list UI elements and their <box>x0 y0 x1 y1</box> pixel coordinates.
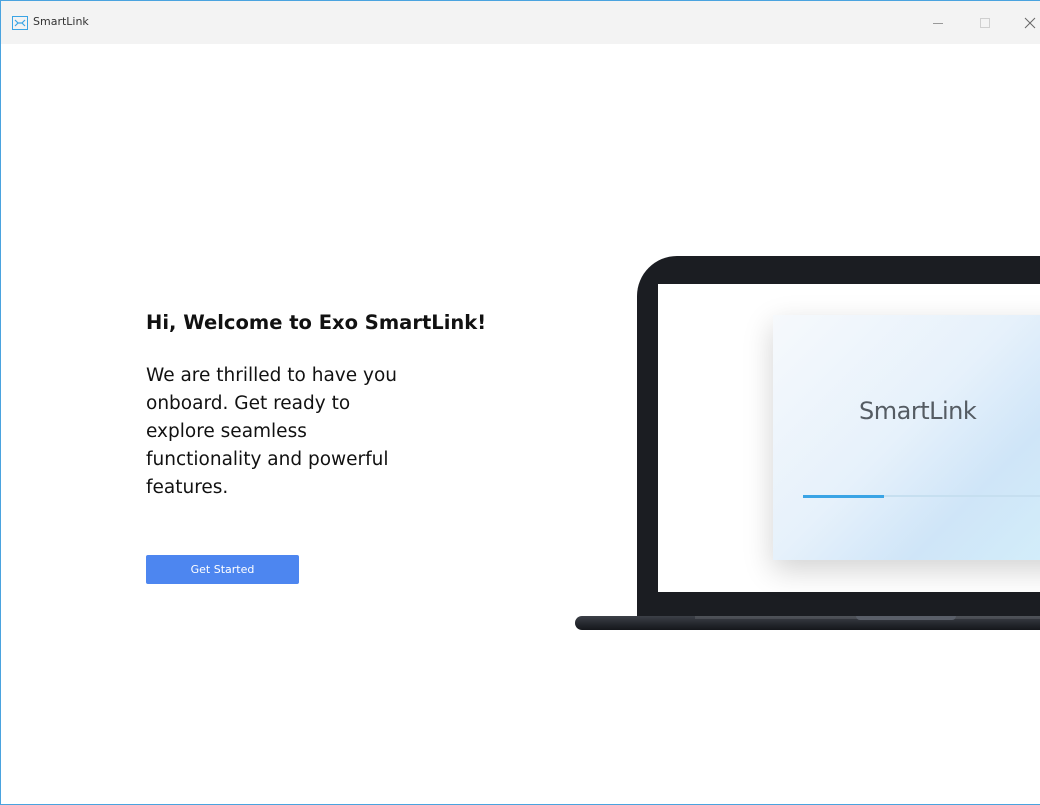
laptop-illustration: SmartLink <box>571 256 1040 636</box>
minimize-icon[interactable] <box>928 13 948 33</box>
maximize-icon[interactable] <box>975 13 995 33</box>
welcome-message: We are thrilled to have you onboard. Get… <box>146 365 397 498</box>
splash-progress-fill <box>803 494 884 498</box>
welcome-heading: Hi, Welcome to Exo SmartLink! <box>146 311 487 334</box>
app-icon <box>12 15 28 30</box>
window-title: SmartLink <box>33 15 89 28</box>
laptop-screen: SmartLink <box>658 284 1040 592</box>
app-window: SmartLink Hi, Welcome to Exo SmartLink! … <box>0 0 1040 805</box>
get-started-button[interactable]: Get Started <box>146 555 299 584</box>
laptop-notch <box>856 616 956 620</box>
splash-title: SmartLink <box>859 397 977 425</box>
title-bar[interactable]: SmartLink <box>1 1 1040 44</box>
close-icon[interactable] <box>1020 13 1040 33</box>
splash-card: SmartLink <box>773 315 1040 560</box>
splash-progress-bar <box>803 494 1040 498</box>
laptop-base <box>575 616 1040 630</box>
